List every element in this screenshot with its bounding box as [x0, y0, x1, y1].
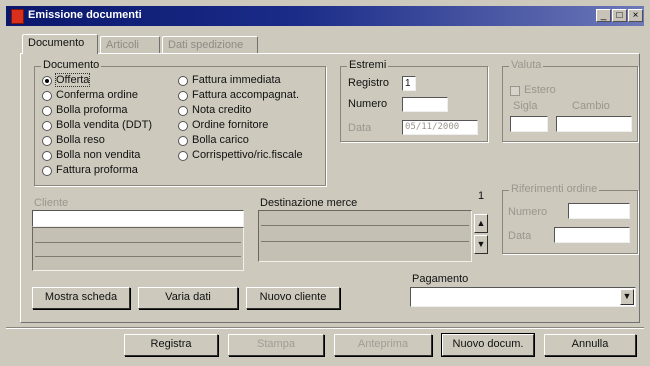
destinazione-counter: 1	[478, 190, 485, 202]
pagamento-select[interactable]	[410, 287, 636, 307]
app-icon	[11, 9, 24, 24]
bottom-separator	[6, 327, 644, 328]
close-button[interactable]: ×	[628, 9, 643, 22]
mostra-scheda-button[interactable]: Mostra scheda	[32, 287, 130, 309]
radio-label: Ordine fornitore	[192, 119, 269, 131]
estero-checkbox[interactable]	[510, 86, 520, 96]
numero-field[interactable]	[402, 97, 448, 112]
pagamento-dropdown-button[interactable]: ▼	[620, 289, 634, 305]
riferimenti-groupbox: Riferimenti ordine	[502, 183, 638, 254]
registro-label: Registro	[348, 77, 389, 89]
anteprima-button[interactable]: Anteprima	[334, 334, 432, 356]
estremi-group-label: Estremi	[347, 59, 389, 71]
maximize-button[interactable]: □	[612, 9, 627, 22]
radio-button[interactable]	[178, 136, 188, 146]
radio-button[interactable]	[178, 121, 188, 131]
nuovo-docum-button[interactable]: Nuovo docum.	[441, 333, 535, 357]
spin-up-button[interactable]: ▲	[474, 214, 488, 233]
radio-label: Conferma ordine	[56, 89, 138, 101]
radio-label: Bolla vendita (DDT)	[56, 119, 152, 131]
radio-label: Bolla reso	[56, 134, 105, 146]
radio-label: Fattura immediata	[192, 74, 281, 86]
radio-button[interactable]	[42, 151, 52, 161]
nuovo-cliente-button[interactable]: Nuovo cliente	[246, 287, 340, 309]
tab-dati-spedizione[interactable]: Dati spedizione	[162, 36, 258, 54]
stampa-button[interactable]: Stampa	[228, 334, 324, 356]
registra-button[interactable]: Registra	[124, 334, 218, 356]
chevron-down-icon: ▼	[622, 291, 632, 301]
radio-button[interactable]	[178, 151, 188, 161]
radio-button[interactable]	[178, 106, 188, 116]
minimize-button[interactable]: _	[596, 9, 611, 22]
radio-button[interactable]	[42, 136, 52, 146]
radio-button[interactable]	[42, 91, 52, 101]
radio-label: Fattura accompagnat.	[192, 89, 300, 101]
destinazione-label: Destinazione merce	[260, 197, 358, 209]
registro-field[interactable]: 1	[402, 76, 416, 91]
radio-button[interactable]	[178, 76, 188, 86]
window-title: Emissione documenti	[28, 9, 142, 21]
valuta-group-label: Valuta	[509, 59, 544, 71]
rif-numero-label: Numero	[508, 206, 548, 218]
radio-label: Fattura proforma	[56, 164, 138, 176]
rif-data-field[interactable]	[554, 227, 630, 243]
tab-documento[interactable]: Documento	[22, 34, 98, 54]
spin-down-button[interactable]: ▼	[474, 235, 488, 254]
documento-group-label: Documento	[41, 59, 102, 71]
riferimenti-group-label: Riferimenti ordine	[509, 183, 600, 195]
sigla-field[interactable]	[510, 116, 548, 132]
varia-dati-button[interactable]: Varia dati	[138, 287, 238, 309]
radio-label: Corrispettivo/ric.fiscale	[192, 149, 303, 161]
cliente-address-box[interactable]	[32, 227, 244, 271]
main-window: Emissione documenti _ □ × Documento Arti…	[0, 0, 650, 366]
sigla-label: Sigla	[513, 100, 538, 112]
tab-articoli[interactable]: Articoli	[100, 36, 160, 54]
radio-label: Bolla carico	[192, 134, 249, 146]
cliente-label: Cliente	[34, 197, 69, 209]
data-field[interactable]: 05/11/2000	[402, 120, 478, 135]
estero-label: Estero	[524, 84, 556, 96]
data-label: Data	[348, 122, 372, 134]
arrow-up-icon: ▲	[476, 218, 486, 228]
rif-numero-field[interactable]	[568, 203, 630, 219]
rif-data-label: Data	[508, 230, 532, 242]
destinazione-box[interactable]	[258, 210, 472, 262]
annulla-button[interactable]: Annulla	[544, 334, 636, 356]
radio-button[interactable]	[178, 91, 188, 101]
cambio-field[interactable]	[556, 116, 632, 132]
arrow-down-icon: ▼	[476, 239, 486, 249]
radio-button[interactable]	[42, 121, 52, 131]
cambio-label: Cambio	[572, 100, 610, 112]
radio-button[interactable]	[42, 106, 52, 116]
radio-button[interactable]	[42, 166, 52, 176]
title-bar: Emissione documenti _ □ ×	[6, 6, 644, 26]
cliente-field[interactable]	[32, 210, 244, 227]
numero-label: Numero	[348, 98, 388, 110]
radio-label: Bolla proforma	[56, 104, 128, 116]
pagamento-label: Pagamento	[412, 273, 469, 285]
radio-button-selected[interactable]	[42, 76, 52, 86]
radio-label: Nota credito	[192, 104, 252, 116]
radio-label: Offerta	[54, 73, 91, 87]
radio-label: Bolla non vendita	[56, 149, 141, 161]
